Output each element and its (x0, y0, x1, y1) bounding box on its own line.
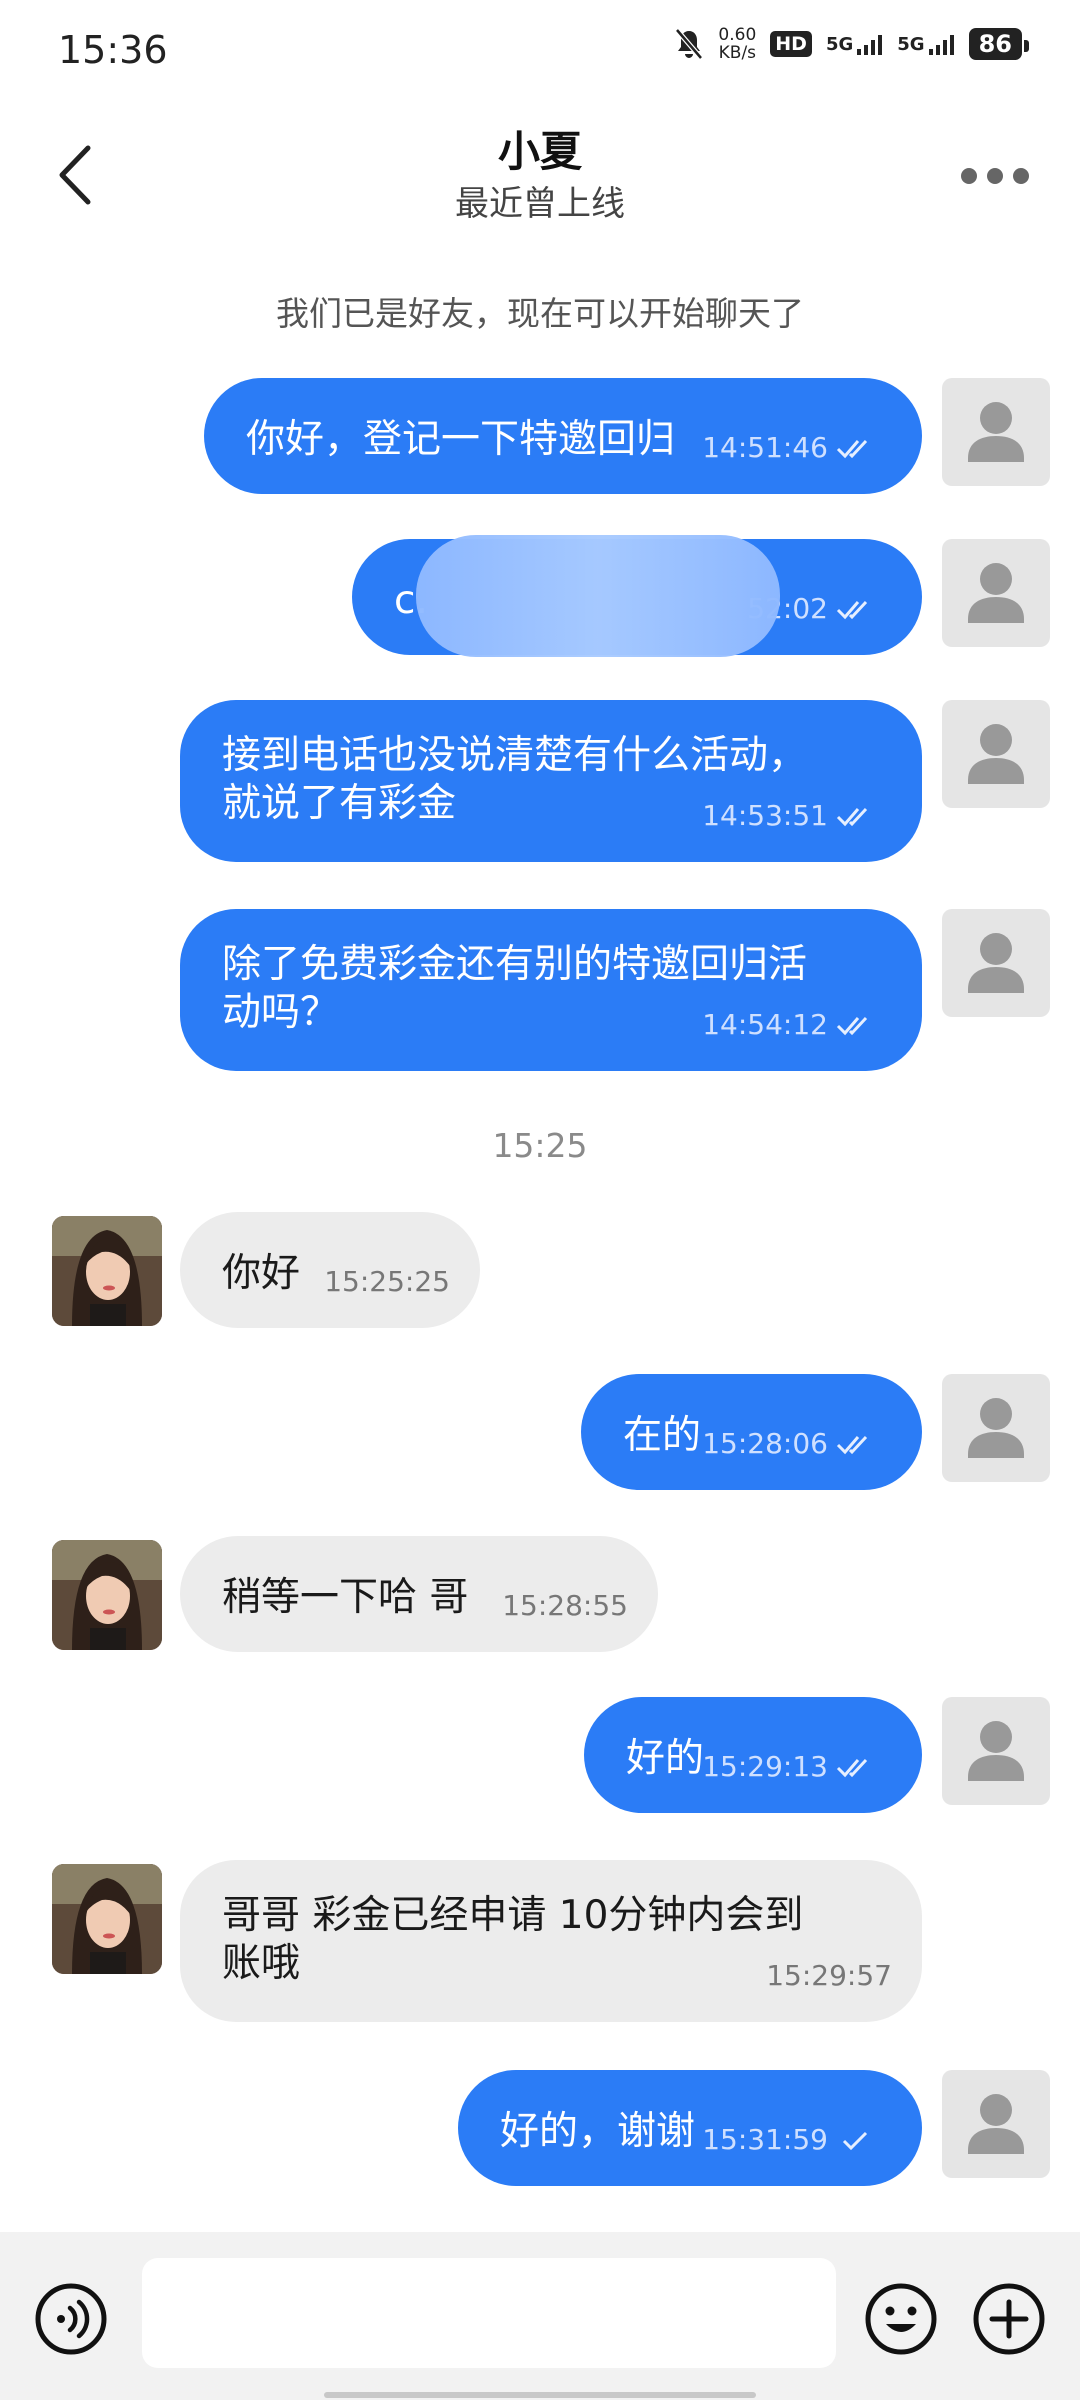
message-time: 15:28:06 (702, 1427, 828, 1460)
self-avatar[interactable] (942, 539, 1050, 647)
double-check-icon (836, 439, 868, 459)
message-time: 15:31:59 (702, 2123, 828, 2156)
self-avatar[interactable] (942, 1374, 1050, 1482)
incoming-message[interactable]: 你好 15:25:25 (180, 1212, 480, 1328)
redaction-blur (416, 535, 780, 657)
self-avatar[interactable] (942, 378, 1050, 486)
signal-sim2: 5G (897, 34, 954, 55)
double-check-icon (836, 600, 868, 620)
message-meta: 14:54:12 (702, 1001, 876, 1049)
contact-photo (52, 1864, 162, 1974)
time-separator: 15:25 (492, 1126, 588, 1165)
outgoing-message[interactable]: 你好，登记一下特邀回归 14:51:46 (204, 378, 922, 494)
message-meta: 14:53:51 (702, 792, 876, 840)
self-avatar[interactable] (942, 2070, 1050, 2178)
contact-photo (52, 1216, 162, 1326)
message-text: 好的 (626, 1736, 705, 1781)
message-text: 稍等一下哈 哥 (222, 1575, 469, 1620)
double-check-icon (836, 1435, 868, 1455)
signal-bars-icon (857, 34, 883, 55)
presence-status: 最近曾上线 (455, 184, 625, 224)
message-meta: 15:28:06 (702, 1420, 876, 1468)
message-time: 14:54:12 (702, 1008, 828, 1041)
message-time: 14:51:46 (702, 431, 828, 464)
outgoing-message[interactable]: 接到电话也没说清楚有什么活动， 就说了有彩金 14:53:51 (180, 700, 922, 862)
outgoing-message[interactable]: 在的 15:28:06 (581, 1374, 922, 1490)
double-check-icon (836, 1758, 868, 1778)
contact-avatar[interactable] (52, 1864, 162, 1974)
self-avatar[interactable] (942, 1697, 1050, 1805)
mute-bell-icon (675, 28, 704, 60)
emoji-icon[interactable] (864, 2282, 938, 2356)
message-text: 你好 (222, 1251, 301, 1296)
message-time: 14:53:51 (702, 799, 828, 832)
message-text: 你好，登记一下特邀回归 (246, 417, 676, 462)
double-check-icon (836, 807, 868, 827)
battery-icon: 86 (968, 28, 1030, 60)
person-icon (968, 933, 1024, 993)
contact-photo (52, 1540, 162, 1650)
status-bar: 15:36 0.60 KB/s HD 5G 5G 86 (0, 0, 1080, 110)
contact-avatar[interactable] (52, 1216, 162, 1326)
signal-bars-icon (928, 34, 954, 55)
contact-name[interactable]: 小夏 (0, 118, 1080, 179)
message-meta: 15:29:57 (766, 1952, 892, 2000)
message-input[interactable] (142, 2258, 836, 2368)
double-check-icon (836, 1016, 868, 1036)
self-avatar[interactable] (942, 700, 1050, 808)
incoming-message[interactable]: 稍等一下哈 哥 15:28:55 (180, 1536, 658, 1652)
message-meta: 15:28:55 (502, 1582, 628, 1630)
status-icons: 0.60 KB/s HD 5G 5G 86 (674, 25, 1030, 63)
message-time: 15:28:55 (502, 1589, 628, 1622)
message-time: 15:29:57 (766, 1959, 892, 1992)
message-time: 15:29:13 (702, 1750, 828, 1783)
home-indicator[interactable] (324, 2392, 756, 2398)
chat-header: 小夏 最近曾上线 (0, 110, 1080, 250)
person-icon (968, 402, 1024, 462)
message-meta: 15:25:25 (324, 1258, 450, 1306)
voice-icon[interactable] (34, 2282, 108, 2356)
message-meta: 15:29:13 (702, 1743, 876, 1791)
message-text: 好的，谢谢 (500, 2109, 696, 2154)
person-icon (968, 724, 1024, 784)
net-speed: 0.60 KB/s (718, 25, 757, 63)
hd-badge: HD (770, 31, 812, 57)
plus-icon[interactable] (972, 2282, 1046, 2356)
input-bar (0, 2232, 1080, 2400)
contact-avatar[interactable] (52, 1540, 162, 1650)
signal-sim1: 5G (826, 34, 883, 55)
person-icon (968, 1721, 1024, 1781)
more-dots-icon[interactable] (950, 156, 1040, 196)
status-time: 15:36 (58, 28, 168, 72)
person-icon (968, 2094, 1024, 2154)
outgoing-message[interactable]: 好的 15:29:13 (584, 1697, 922, 1813)
message-meta: 14:51:46 (702, 424, 876, 472)
person-icon (968, 1398, 1024, 1458)
message-text: 在的 (623, 1413, 702, 1458)
message-time: 15:25:25 (324, 1265, 450, 1298)
system-message: 我们已是好友，现在可以开始聊天了 (276, 294, 804, 333)
outgoing-message[interactable]: 好的，谢谢 15:31:59 (458, 2070, 922, 2186)
person-icon (968, 563, 1024, 623)
incoming-message[interactable]: 哥哥 彩金已经申请 10分钟内会到 账哦 15:29:57 (180, 1860, 922, 2022)
message-meta: 15:31:59 (702, 2116, 876, 2164)
dot (1013, 168, 1029, 184)
check-icon (842, 2131, 868, 2151)
dot (961, 168, 977, 184)
dot (987, 168, 1003, 184)
outgoing-message[interactable]: 除了免费彩金还有别的特邀回归活 动吗？ 14:54:12 (180, 909, 922, 1071)
self-avatar[interactable] (942, 909, 1050, 1017)
